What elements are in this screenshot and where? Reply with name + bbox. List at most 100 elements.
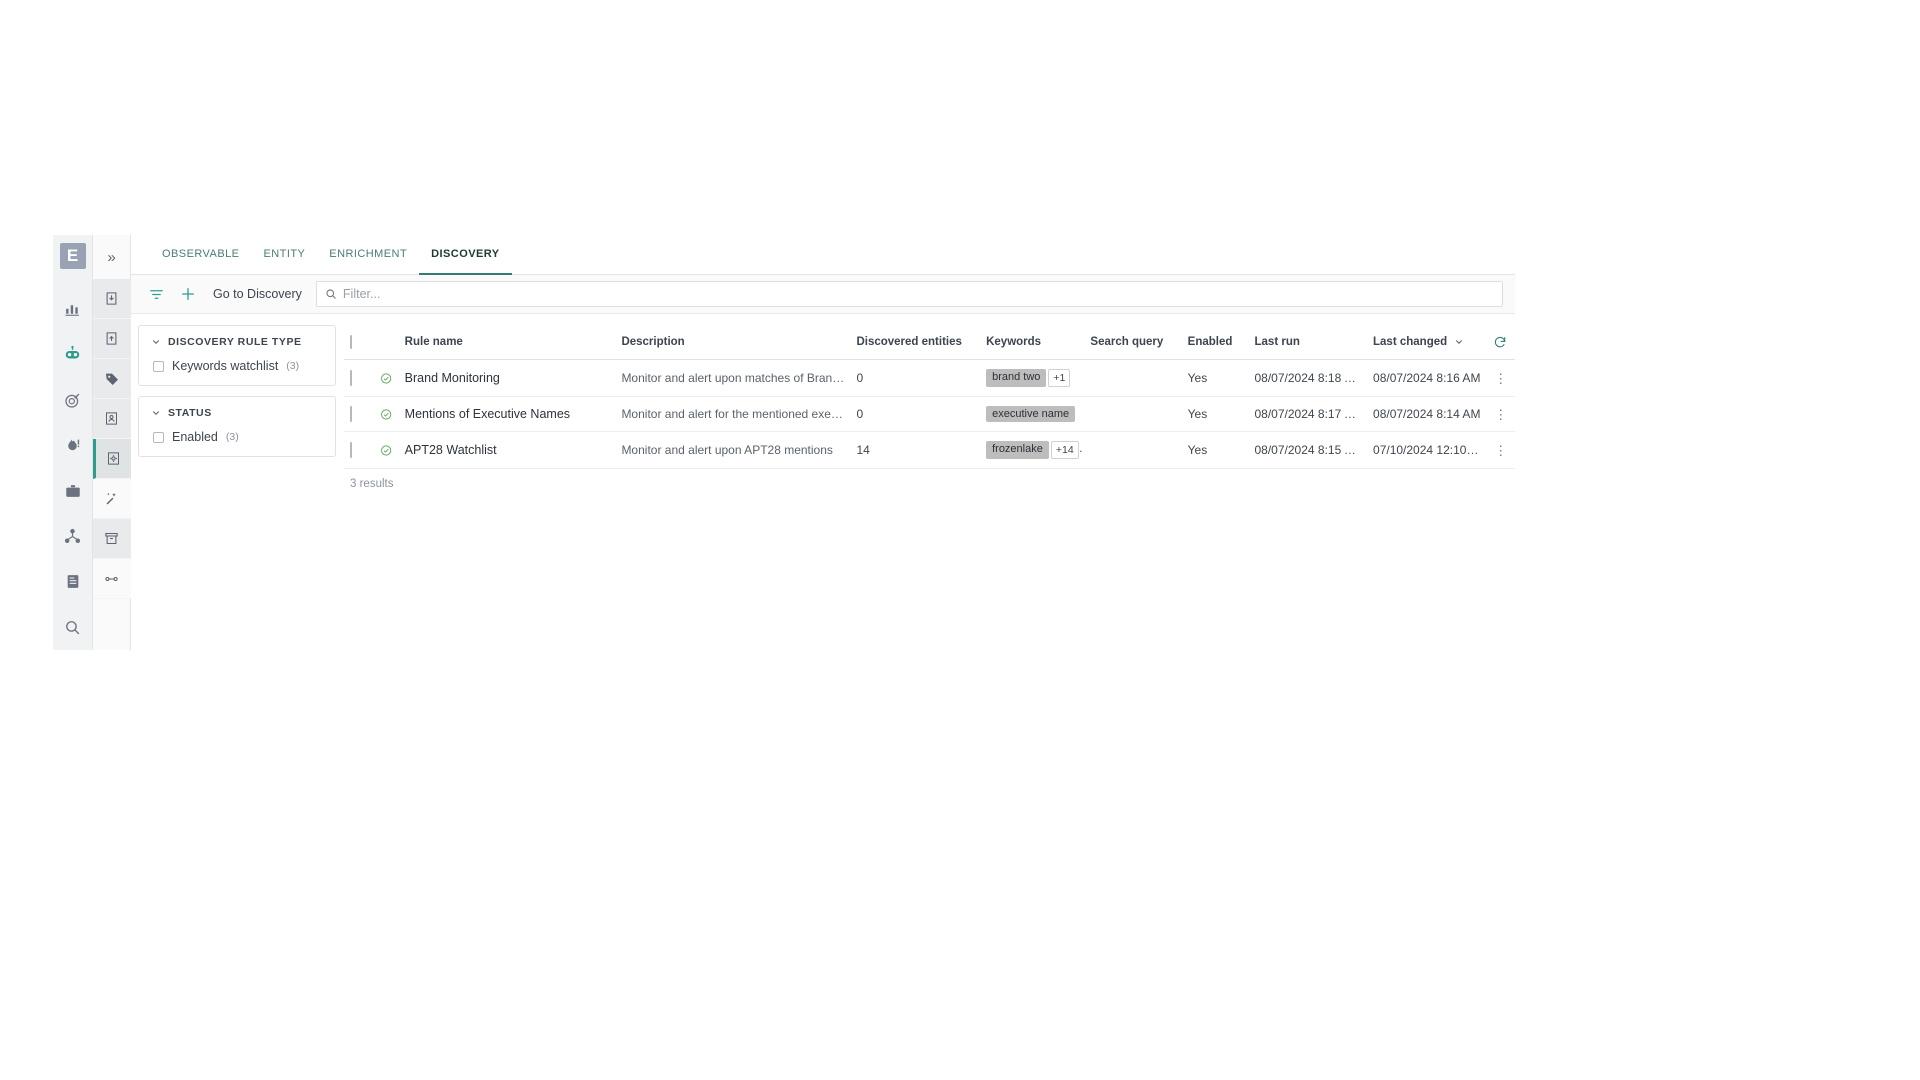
filter-icon[interactable] xyxy=(145,283,167,305)
enrichment-wand-icon[interactable] xyxy=(92,479,131,519)
column-header-last-changed[interactable]: Last changed xyxy=(1367,325,1487,360)
export-icon[interactable] xyxy=(92,319,131,359)
keyword-overflow-badge[interactable]: +14 xyxy=(1050,441,1079,459)
column-header-description[interactable]: Description xyxy=(615,325,851,360)
results-count: 3 results xyxy=(350,478,394,490)
tab-bar: OBSERVABLE ENTITY ENRICHMENT DISCOVERY xyxy=(131,235,1515,275)
cell-description: Monitor and alert for the mentioned exec… xyxy=(615,396,851,432)
tag-icon[interactable] xyxy=(92,359,131,399)
facet-title: STATUS xyxy=(168,407,212,419)
analytics-icon[interactable] xyxy=(53,287,93,332)
table-row[interactable]: Brand Monitoring Monitor and alert upon … xyxy=(344,359,1515,397)
row-checkbox[interactable] xyxy=(350,406,352,422)
keyword-badge-group: executive name xyxy=(986,406,1076,422)
facet-discovery-rule-type: DISCOVERY RULE TYPE Keywords watchlist (… xyxy=(138,325,336,386)
cell-enabled: Yes xyxy=(1181,431,1249,469)
cell-rule-name[interactable]: Mentions of Executive Names xyxy=(398,396,616,432)
application-window: E » OBSERVABLE ENTITY ENRICHMENT DISCOVE… xyxy=(53,235,1515,650)
keyword-badge: executive name xyxy=(986,406,1076,422)
table-row[interactable]: APT28 Watchlist Monitor and alert upon A… xyxy=(344,431,1515,469)
cell-search-query xyxy=(1084,359,1182,397)
reports-icon[interactable] xyxy=(53,559,93,604)
facet-header-rule-type[interactable]: DISCOVERY RULE TYPE xyxy=(151,336,323,348)
column-header-search-query[interactable]: Search query xyxy=(1084,325,1182,360)
keyword-badge-group: frozenlake +14 xyxy=(986,441,1079,459)
keyword-badge-group: brand two +1 xyxy=(986,369,1071,387)
keyword-badge: frozenlake xyxy=(986,441,1049,459)
threat-alert-icon[interactable] xyxy=(53,423,93,468)
cell-enabled: Yes xyxy=(1181,359,1249,397)
tab-discovery[interactable]: DISCOVERY xyxy=(419,235,512,275)
keyword-badge: brand two xyxy=(986,369,1047,387)
facet-option-count: (3) xyxy=(225,431,239,443)
cell-description: Monitor and alert upon APT28 mentions xyxy=(615,431,851,469)
go-to-discovery-link[interactable]: Go to Discovery xyxy=(209,287,306,301)
facet-header-status[interactable]: STATUS xyxy=(151,407,323,419)
tab-entity[interactable]: ENTITY xyxy=(251,235,317,275)
facet-title: DISCOVERY RULE TYPE xyxy=(168,336,302,348)
connector-link-icon[interactable] xyxy=(92,559,131,599)
cell-rule-name[interactable]: APT28 Watchlist xyxy=(398,431,616,469)
facet-option-label: Enabled xyxy=(172,430,218,444)
row-status-cell xyxy=(374,359,399,397)
facet-status: STATUS Enabled (3) xyxy=(138,396,336,457)
tab-observable[interactable]: OBSERVABLE xyxy=(150,235,251,275)
cell-last-changed: 08/07/2024 8:14 AM xyxy=(1367,396,1487,432)
toolbar: Go to Discovery xyxy=(131,275,1515,314)
entity-icon[interactable] xyxy=(92,399,131,439)
cell-last-run: 08/07/2024 8:15 AM xyxy=(1248,431,1368,469)
content-area: DISCOVERY RULE TYPE Keywords watchlist (… xyxy=(131,314,1515,650)
main-content: OBSERVABLE ENTITY ENRICHMENT DISCOVERY G… xyxy=(131,235,1515,650)
check-circle-icon xyxy=(380,408,392,421)
select-all-checkbox[interactable] xyxy=(350,335,352,349)
facet-option-label: Keywords watchlist xyxy=(172,359,279,373)
column-header-discovered-entities[interactable]: Discovered entities xyxy=(850,325,981,360)
column-header-enabled[interactable]: Enabled xyxy=(1181,325,1249,360)
check-circle-icon xyxy=(380,372,392,385)
app-logo[interactable]: E xyxy=(59,243,86,269)
table-header-row: Rule name Description Discovered entitie… xyxy=(344,325,1515,360)
search-icon[interactable] xyxy=(53,605,93,650)
refresh-icon[interactable] xyxy=(1493,335,1509,349)
keyword-overflow-badge[interactable]: +1 xyxy=(1048,369,1071,387)
facet-checkbox[interactable] xyxy=(153,360,164,372)
cases-briefcase-icon[interactable] xyxy=(53,468,93,513)
column-header-last-run[interactable]: Last run xyxy=(1248,325,1368,360)
relationship-graph-icon[interactable] xyxy=(53,514,93,559)
cell-keywords: executive name xyxy=(980,396,1085,432)
tab-enrichment[interactable]: ENRICHMENT xyxy=(317,235,419,275)
filter-search-input[interactable] xyxy=(342,287,1494,301)
cell-last-changed: 08/07/2024 8:16 AM xyxy=(1367,359,1487,397)
filter-search-box[interactable] xyxy=(315,281,1503,307)
facet-option-keywords-watchlist[interactable]: Keywords watchlist (3) xyxy=(151,359,323,373)
column-header-keywords[interactable]: Keywords xyxy=(980,325,1085,360)
import-icon[interactable] xyxy=(92,279,131,319)
chevron-down-icon xyxy=(151,337,161,347)
cell-keywords: frozenlake +14 xyxy=(980,431,1085,469)
discovery-icon[interactable] xyxy=(92,439,131,479)
chevron-down-icon xyxy=(151,408,161,418)
cell-discovered-entities: 0 xyxy=(850,396,981,432)
row-menu-icon[interactable]: ⋮ xyxy=(1493,444,1509,457)
expand-sidebar-button[interactable]: » xyxy=(93,235,131,279)
cell-discovered-entities: 0 xyxy=(850,359,981,397)
robot-icon[interactable] xyxy=(53,332,93,377)
row-actions-cell: ⋮ xyxy=(1486,359,1515,397)
cell-keywords: brand two +1 xyxy=(980,359,1085,397)
facet-checkbox[interactable] xyxy=(153,431,164,443)
row-checkbox[interactable] xyxy=(350,370,352,386)
facet-option-enabled[interactable]: Enabled (3) xyxy=(151,430,323,444)
row-checkbox-cell xyxy=(344,359,375,397)
row-checkbox[interactable] xyxy=(350,442,352,458)
column-header-rule-name[interactable]: Rule name xyxy=(398,325,616,360)
rules-table-container: Rule name Description Discovered entitie… xyxy=(344,325,1515,650)
row-menu-icon[interactable]: ⋮ xyxy=(1493,408,1509,421)
row-menu-icon[interactable]: ⋮ xyxy=(1493,372,1509,385)
row-actions-cell: ⋮ xyxy=(1486,396,1515,432)
plus-icon[interactable] xyxy=(177,283,199,305)
archive-icon[interactable] xyxy=(92,519,131,559)
table-row[interactable]: Mentions of Executive Names Monitor and … xyxy=(344,396,1515,432)
check-circle-icon xyxy=(380,444,392,457)
target-icon[interactable] xyxy=(53,378,93,423)
cell-rule-name[interactable]: Brand Monitoring xyxy=(398,359,616,397)
